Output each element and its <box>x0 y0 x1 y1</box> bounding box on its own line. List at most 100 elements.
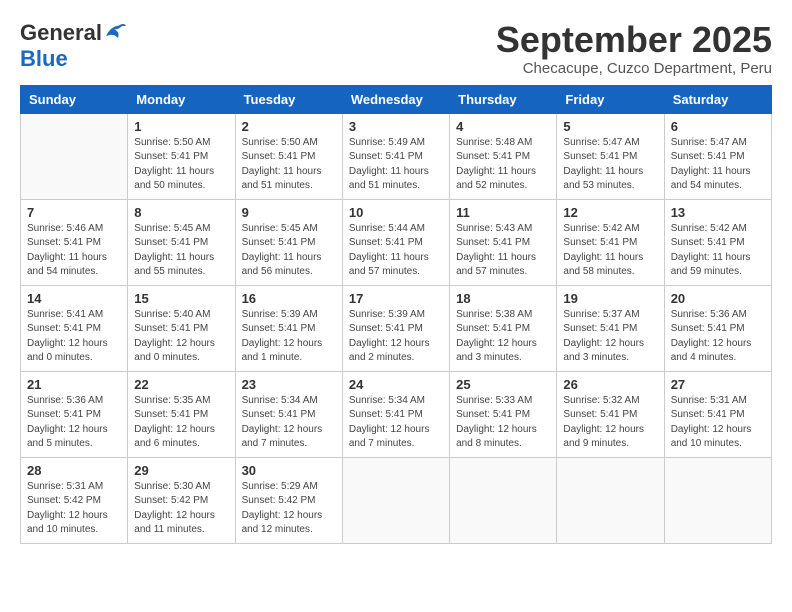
day-detail: Sunrise: 5:35 AM Sunset: 5:41 PM Dayligh… <box>134 394 228 452</box>
day-detail: Sunrise: 5:29 AM Sunset: 5:42 PM Dayligh… <box>242 480 336 538</box>
calendar-cell: 13Sunrise: 5:42 AM Sunset: 5:41 PM Dayli… <box>664 199 771 285</box>
day-number: 16 <box>242 291 336 306</box>
day-number: 9 <box>242 205 336 220</box>
day-detail: Sunrise: 5:37 AM Sunset: 5:41 PM Dayligh… <box>563 308 657 366</box>
day-detail: Sunrise: 5:34 AM Sunset: 5:41 PM Dayligh… <box>349 394 443 452</box>
calendar-cell <box>664 457 771 543</box>
weekday-header-tuesday: Tuesday <box>235 85 342 113</box>
day-number: 28 <box>27 463 121 478</box>
calendar-cell: 7Sunrise: 5:46 AM Sunset: 5:41 PM Daylig… <box>21 199 128 285</box>
day-detail: Sunrise: 5:45 AM Sunset: 5:41 PM Dayligh… <box>134 222 228 280</box>
day-number: 20 <box>671 291 765 306</box>
title-block: September 2025 Checacupe, Cuzco Departme… <box>496 20 772 77</box>
calendar-week-5: 28 Sunrise: 5:31 AM Sunset: 5:42 PM Dayli… <box>21 457 772 543</box>
day-number: 10 <box>349 205 443 220</box>
calendar-cell: 23 Sunrise: 5:34 AM Sunset: 5:41 PM Dayli… <box>235 371 342 457</box>
month-title: September 2025 <box>496 20 772 60</box>
calendar-week-1: 1 Sunrise: 5:50 AM Sunset: 5:41 PM Daylig… <box>21 113 772 199</box>
day-number: 22 <box>134 377 228 392</box>
calendar-cell: 27 Sunrise: 5:31 AM Sunset: 5:41 PM Dayli… <box>664 371 771 457</box>
day-detail: Sunrise: 5:31 AM Sunset: 5:41 PM Dayligh… <box>671 394 765 452</box>
day-detail: Sunrise: 5:49 AM Sunset: 5:41 PM Dayligh… <box>349 136 443 194</box>
day-number: 5 <box>563 119 657 134</box>
logo-blue: Blue <box>20 46 68 72</box>
calendar-cell: 17 Sunrise: 5:39 AM Sunset: 5:41 PM Dayli… <box>342 285 449 371</box>
calendar-cell: 4 Sunrise: 5:48 AM Sunset: 5:41 PM Daylig… <box>450 113 557 199</box>
day-detail: Sunrise: 5:44 AM Sunset: 5:41 PM Dayligh… <box>349 222 443 280</box>
calendar-cell: 20 Sunrise: 5:36 AM Sunset: 5:41 PM Dayli… <box>664 285 771 371</box>
weekday-header-friday: Friday <box>557 85 664 113</box>
day-number: 26 <box>563 377 657 392</box>
day-detail: Sunrise: 5:40 AM Sunset: 5:41 PM Dayligh… <box>134 308 228 366</box>
calendar-cell: 21Sunrise: 5:36 AM Sunset: 5:41 PM Dayli… <box>21 371 128 457</box>
day-detail: Sunrise: 5:41 AM Sunset: 5:41 PM Dayligh… <box>27 308 121 366</box>
day-detail: Sunrise: 5:33 AM Sunset: 5:41 PM Dayligh… <box>456 394 550 452</box>
logo: General Blue <box>20 20 126 72</box>
calendar-cell: 22 Sunrise: 5:35 AM Sunset: 5:41 PM Dayli… <box>128 371 235 457</box>
day-number: 1 <box>134 119 228 134</box>
weekday-header-saturday: Saturday <box>664 85 771 113</box>
calendar-week-3: 14 Sunrise: 5:41 AM Sunset: 5:41 PM Dayli… <box>21 285 772 371</box>
day-detail: Sunrise: 5:30 AM Sunset: 5:42 PM Dayligh… <box>134 480 228 538</box>
calendar-cell <box>342 457 449 543</box>
day-detail: Sunrise: 5:34 AM Sunset: 5:41 PM Dayligh… <box>242 394 336 452</box>
calendar-cell: 19 Sunrise: 5:37 AM Sunset: 5:41 PM Dayli… <box>557 285 664 371</box>
day-number: 30 <box>242 463 336 478</box>
calendar-cell: 24 Sunrise: 5:34 AM Sunset: 5:41 PM Dayli… <box>342 371 449 457</box>
calendar-cell: 9 Sunrise: 5:45 AM Sunset: 5:41 PM Daylig… <box>235 199 342 285</box>
day-number: 24 <box>349 377 443 392</box>
day-detail: Sunrise: 5:39 AM Sunset: 5:41 PM Dayligh… <box>349 308 443 366</box>
calendar-table: SundayMondayTuesdayWednesdayThursdayFrid… <box>20 85 772 544</box>
calendar-cell: 10 Sunrise: 5:44 AM Sunset: 5:41 PM Dayli… <box>342 199 449 285</box>
calendar-cell: 29 Sunrise: 5:30 AM Sunset: 5:42 PM Dayli… <box>128 457 235 543</box>
calendar-cell <box>450 457 557 543</box>
day-number: 27 <box>671 377 765 392</box>
day-detail: Sunrise: 5:50 AM Sunset: 5:41 PM Dayligh… <box>134 136 228 194</box>
calendar-cell: 11 Sunrise: 5:43 AM Sunset: 5:41 PM Dayli… <box>450 199 557 285</box>
day-number: 17 <box>349 291 443 306</box>
calendar-body: 1 Sunrise: 5:50 AM Sunset: 5:41 PM Daylig… <box>21 113 772 543</box>
calendar-cell: 25 Sunrise: 5:33 AM Sunset: 5:41 PM Dayli… <box>450 371 557 457</box>
day-detail: Sunrise: 5:47 AM Sunset: 5:41 PM Dayligh… <box>563 136 657 194</box>
day-number: 8 <box>134 205 228 220</box>
calendar-cell: 5 Sunrise: 5:47 AM Sunset: 5:41 PM Daylig… <box>557 113 664 199</box>
weekday-header-thursday: Thursday <box>450 85 557 113</box>
day-number: 25 <box>456 377 550 392</box>
logo-general: General <box>20 20 102 46</box>
day-number: 21 <box>27 377 121 392</box>
calendar-cell: 18 Sunrise: 5:38 AM Sunset: 5:41 PM Dayli… <box>450 285 557 371</box>
day-number: 23 <box>242 377 336 392</box>
day-detail: Sunrise: 5:47 AM Sunset: 5:41 PM Dayligh… <box>671 136 765 194</box>
day-detail: Sunrise: 5:45 AM Sunset: 5:41 PM Dayligh… <box>242 222 336 280</box>
calendar-cell: 3 Sunrise: 5:49 AM Sunset: 5:41 PM Daylig… <box>342 113 449 199</box>
day-detail: Sunrise: 5:46 AM Sunset: 5:41 PM Dayligh… <box>27 222 121 280</box>
calendar-cell: 28 Sunrise: 5:31 AM Sunset: 5:42 PM Dayli… <box>21 457 128 543</box>
day-number: 4 <box>456 119 550 134</box>
calendar-cell: 26Sunrise: 5:32 AM Sunset: 5:41 PM Dayli… <box>557 371 664 457</box>
calendar-cell: 15 Sunrise: 5:40 AM Sunset: 5:41 PM Dayli… <box>128 285 235 371</box>
day-detail: Sunrise: 5:42 AM Sunset: 5:41 PM Dayligh… <box>671 222 765 280</box>
calendar-cell: 30 Sunrise: 5:29 AM Sunset: 5:42 PM Dayli… <box>235 457 342 543</box>
weekday-header-wednesday: Wednesday <box>342 85 449 113</box>
day-number: 14 <box>27 291 121 306</box>
calendar-cell <box>21 113 128 199</box>
day-detail: Sunrise: 5:36 AM Sunset: 5:41 PM Dayligh… <box>671 308 765 366</box>
weekday-header-monday: Monday <box>128 85 235 113</box>
day-number: 18 <box>456 291 550 306</box>
calendar-cell <box>557 457 664 543</box>
day-detail: Sunrise: 5:43 AM Sunset: 5:41 PM Dayligh… <box>456 222 550 280</box>
day-number: 19 <box>563 291 657 306</box>
day-number: 15 <box>134 291 228 306</box>
day-number: 3 <box>349 119 443 134</box>
day-detail: Sunrise: 5:38 AM Sunset: 5:41 PM Dayligh… <box>456 308 550 366</box>
day-detail: Sunrise: 5:31 AM Sunset: 5:42 PM Dayligh… <box>27 480 121 538</box>
day-detail: Sunrise: 5:48 AM Sunset: 5:41 PM Dayligh… <box>456 136 550 194</box>
calendar-cell: 12Sunrise: 5:42 AM Sunset: 5:41 PM Dayli… <box>557 199 664 285</box>
location-subtitle: Checacupe, Cuzco Department, Peru <box>496 60 772 77</box>
day-number: 2 <box>242 119 336 134</box>
day-detail: Sunrise: 5:42 AM Sunset: 5:41 PM Dayligh… <box>563 222 657 280</box>
day-number: 11 <box>456 205 550 220</box>
weekday-header-sunday: Sunday <box>21 85 128 113</box>
logo-bird-icon <box>104 22 126 40</box>
day-number: 29 <box>134 463 228 478</box>
